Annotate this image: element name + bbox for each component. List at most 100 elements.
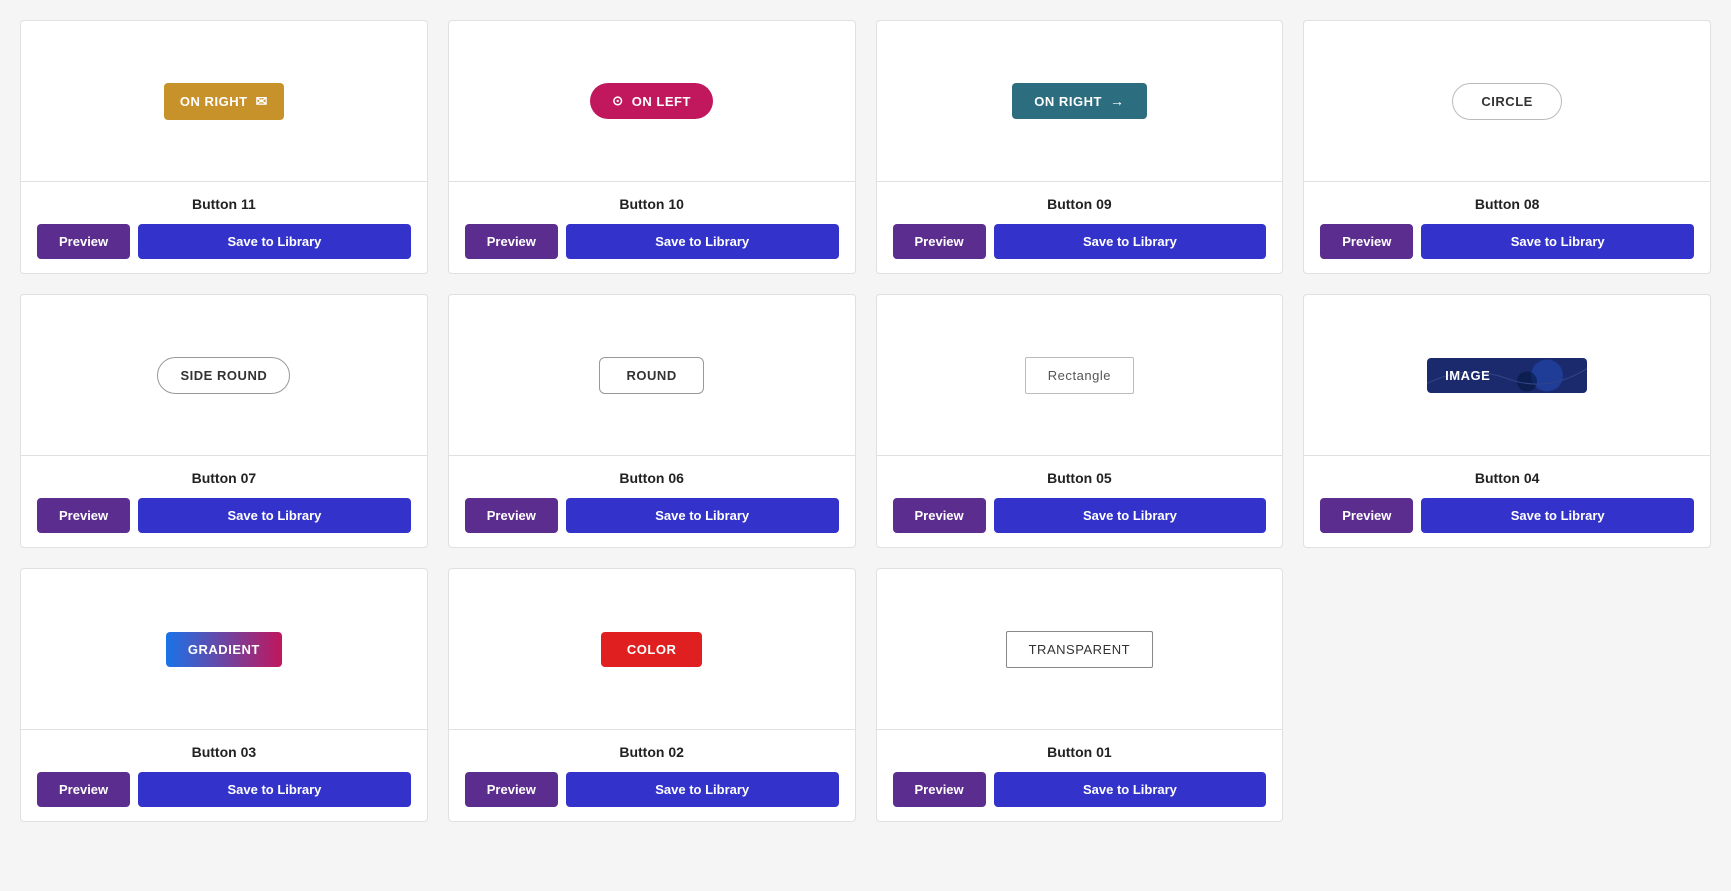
card-footer-btn05: Button 05 Preview Save to Library: [877, 455, 1283, 547]
card-actions-btn11: Preview Save to Library: [37, 224, 411, 259]
card-actions-btn06: Preview Save to Library: [465, 498, 839, 533]
card-title-btn06: Button 06: [465, 470, 839, 486]
mail-icon: [256, 93, 268, 110]
demo-button-on-left: ON LEFT: [590, 83, 713, 119]
preview-button-btn07[interactable]: Preview: [37, 498, 130, 533]
save-button-btn06[interactable]: Save to Library: [566, 498, 839, 533]
preview-button-btn08[interactable]: Preview: [1320, 224, 1413, 259]
demo-label-btn05: Rectangle: [1048, 368, 1111, 383]
demo-button-on-right-arrow: ON RIGHT: [1012, 83, 1146, 119]
card-title-btn11: Button 11: [37, 196, 411, 212]
save-button-btn09[interactable]: Save to Library: [994, 224, 1267, 259]
card-btn08: CIRCLE Button 08 Preview Save to Library: [1303, 20, 1711, 274]
preview-button-btn06[interactable]: Preview: [465, 498, 558, 533]
card-btn04: IMAGE Button 04 Preview Save to Library: [1303, 294, 1711, 548]
card-preview-btn03: GRADIENT: [21, 569, 427, 729]
demo-label-btn08: CIRCLE: [1481, 94, 1533, 109]
demo-label-btn11: ON RIGHT: [180, 94, 248, 109]
card-preview-btn04: IMAGE: [1304, 295, 1710, 455]
card-btn05: Rectangle Button 05 Preview Save to Libr…: [876, 294, 1284, 548]
save-button-btn08[interactable]: Save to Library: [1421, 224, 1694, 259]
card-footer-btn06: Button 06 Preview Save to Library: [449, 455, 855, 547]
card-footer-btn10: Button 10 Preview Save to Library: [449, 181, 855, 273]
demo-button-round: ROUND: [599, 357, 703, 394]
demo-label-btn04: IMAGE: [1445, 368, 1490, 383]
demo-button-side-round: SIDE ROUND: [157, 357, 290, 394]
card-preview-btn11: ON RIGHT: [21, 21, 427, 181]
preview-button-btn09[interactable]: Preview: [893, 224, 986, 259]
card-footer-btn09: Button 09 Preview Save to Library: [877, 181, 1283, 273]
card-title-btn08: Button 08: [1320, 196, 1694, 212]
card-actions-btn02: Preview Save to Library: [465, 772, 839, 807]
card-preview-btn07: SIDE ROUND: [21, 295, 427, 455]
preview-button-btn03[interactable]: Preview: [37, 772, 130, 807]
demo-button-image: IMAGE: [1427, 358, 1587, 393]
card-footer-btn02: Button 02 Preview Save to Library: [449, 729, 855, 821]
demo-button-on-right: ON RIGHT: [164, 83, 284, 120]
card-btn01: TRANSPARENT Button 01 Preview Save to Li…: [876, 568, 1284, 822]
card-actions-btn04: Preview Save to Library: [1320, 498, 1694, 533]
button-grid: ON RIGHT Button 11 Preview Save to Libra…: [20, 20, 1711, 822]
card-title-btn03: Button 03: [37, 744, 411, 760]
demo-label-btn03: GRADIENT: [188, 642, 260, 657]
save-button-btn03[interactable]: Save to Library: [138, 772, 411, 807]
demo-label-btn06: ROUND: [626, 368, 676, 383]
arrow-icon: [1110, 93, 1125, 109]
preview-button-btn04[interactable]: Preview: [1320, 498, 1413, 533]
card-btn03: GRADIENT Button 03 Preview Save to Libra…: [20, 568, 428, 822]
card-btn02: COLOR Button 02 Preview Save to Library: [448, 568, 856, 822]
card-actions-btn03: Preview Save to Library: [37, 772, 411, 807]
save-button-btn01[interactable]: Save to Library: [994, 772, 1267, 807]
card-title-btn09: Button 09: [893, 196, 1267, 212]
card-title-btn02: Button 02: [465, 744, 839, 760]
save-button-btn04[interactable]: Save to Library: [1421, 498, 1694, 533]
card-preview-btn08: CIRCLE: [1304, 21, 1710, 181]
card-actions-btn05: Preview Save to Library: [893, 498, 1267, 533]
card-btn07: SIDE ROUND Button 07 Preview Save to Lib…: [20, 294, 428, 548]
save-button-btn10[interactable]: Save to Library: [566, 224, 839, 259]
save-button-btn05[interactable]: Save to Library: [994, 498, 1267, 533]
card-preview-btn01: TRANSPARENT: [877, 569, 1283, 729]
card-preview-btn09: ON RIGHT: [877, 21, 1283, 181]
preview-button-btn02[interactable]: Preview: [465, 772, 558, 807]
card-title-btn07: Button 07: [37, 470, 411, 486]
demo-label-btn09: ON RIGHT: [1034, 94, 1102, 109]
card-actions-btn01: Preview Save to Library: [893, 772, 1267, 807]
demo-label-btn02: COLOR: [627, 642, 677, 657]
demo-label-btn10: ON LEFT: [632, 94, 691, 109]
preview-button-btn11[interactable]: Preview: [37, 224, 130, 259]
card-footer-btn07: Button 07 Preview Save to Library: [21, 455, 427, 547]
card-preview-btn05: Rectangle: [877, 295, 1283, 455]
card-btn10: ON LEFT Button 10 Preview Save to Librar…: [448, 20, 856, 274]
preview-button-btn10[interactable]: Preview: [465, 224, 558, 259]
card-actions-btn07: Preview Save to Library: [37, 498, 411, 533]
save-button-btn11[interactable]: Save to Library: [138, 224, 411, 259]
card-footer-btn04: Button 04 Preview Save to Library: [1304, 455, 1710, 547]
card-preview-btn06: ROUND: [449, 295, 855, 455]
preview-button-btn01[interactable]: Preview: [893, 772, 986, 807]
card-preview-btn10: ON LEFT: [449, 21, 855, 181]
demo-button-color: COLOR: [601, 632, 703, 667]
save-button-btn02[interactable]: Save to Library: [566, 772, 839, 807]
demo-button-transparent: TRANSPARENT: [1006, 631, 1154, 668]
demo-button-circle: CIRCLE: [1452, 83, 1562, 120]
card-btn11: ON RIGHT Button 11 Preview Save to Libra…: [20, 20, 428, 274]
preview-button-btn05[interactable]: Preview: [893, 498, 986, 533]
play-icon: [612, 93, 623, 109]
card-actions-btn08: Preview Save to Library: [1320, 224, 1694, 259]
card-btn06: ROUND Button 06 Preview Save to Library: [448, 294, 856, 548]
card-title-btn01: Button 01: [893, 744, 1267, 760]
card-footer-btn01: Button 01 Preview Save to Library: [877, 729, 1283, 821]
card-preview-btn02: COLOR: [449, 569, 855, 729]
card-actions-btn10: Preview Save to Library: [465, 224, 839, 259]
demo-button-gradient: GRADIENT: [166, 632, 282, 667]
card-actions-btn09: Preview Save to Library: [893, 224, 1267, 259]
card-footer-btn11: Button 11 Preview Save to Library: [21, 181, 427, 273]
demo-button-rectangle: Rectangle: [1025, 357, 1134, 394]
save-button-btn07[interactable]: Save to Library: [138, 498, 411, 533]
demo-label-btn07: SIDE ROUND: [180, 368, 267, 383]
card-title-btn05: Button 05: [893, 470, 1267, 486]
card-title-btn04: Button 04: [1320, 470, 1694, 486]
card-footer-btn08: Button 08 Preview Save to Library: [1304, 181, 1710, 273]
card-title-btn10: Button 10: [465, 196, 839, 212]
